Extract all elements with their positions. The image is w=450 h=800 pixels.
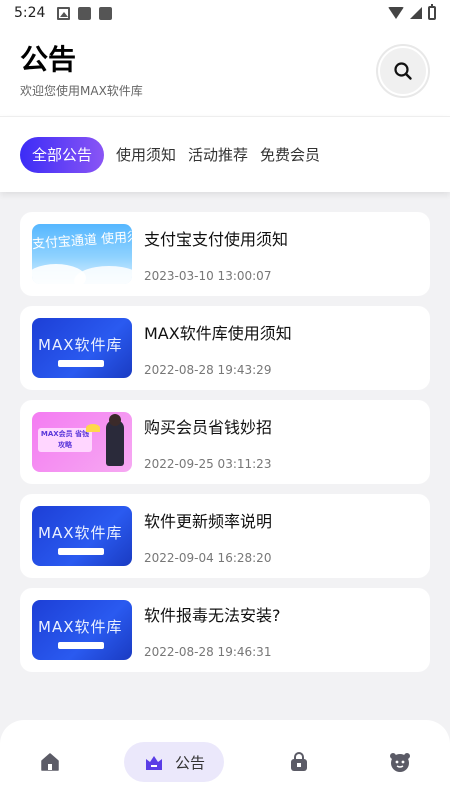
tab-free-member[interactable]: 免费会员 (260, 137, 320, 173)
nav-profile[interactable] (386, 742, 414, 782)
nav-notice[interactable]: 公告 (124, 742, 224, 782)
signal-icon (410, 7, 422, 19)
image-notification-icon (57, 6, 71, 20)
notice-thumbnail: 支付宝通道 使用须知 (32, 224, 132, 284)
notice-date: 2022-08-28 19:46:31 (144, 645, 272, 659)
tab-activity-recommend[interactable]: 活动推荐 (188, 137, 248, 173)
search-button[interactable] (378, 46, 428, 96)
bag-icon (291, 752, 307, 771)
page-subtitle: 欢迎您使用MAX软件库 (20, 84, 143, 98)
profile-icon (390, 753, 410, 772)
notice-thumbnail: MAX会员 省钱攻略 (32, 412, 132, 472)
battery-icon (428, 4, 436, 20)
notice-title: 购买会员省钱妙招 (144, 418, 273, 437)
notice-card[interactable]: MAX软件库 软件报毒无法安装? 2022-08-28 19:46:31 (20, 588, 430, 672)
app-notification-icon (99, 6, 113, 20)
nav-notice-label: 公告 (174, 753, 205, 772)
bottom-nav: 公告 (0, 720, 450, 800)
home-icon (41, 753, 59, 771)
notice-card[interactable]: MAX会员 省钱攻略 购买会员省钱妙招 2022-09-25 03:11:23 (20, 400, 430, 484)
notice-date: 2022-09-25 03:11:23 (144, 457, 272, 471)
notice-date: 2022-08-28 19:43:29 (144, 363, 272, 377)
nav-home[interactable] (36, 742, 64, 782)
nav-shop[interactable] (285, 742, 313, 782)
notice-date: 2023-03-10 13:00:07 (144, 269, 272, 283)
header: 公告 欢迎您使用MAX软件库 (0, 26, 450, 116)
notice-list: 支付宝通道 使用须知 支付宝支付使用须知 2023-03-10 13:00:07… (20, 212, 430, 682)
notice-card[interactable]: MAX软件库 MAX软件库使用须知 2022-08-28 19:43:29 (20, 306, 430, 390)
tabs-bar: 全部公告 使用须知 活动推荐 免费会员 (0, 116, 450, 192)
app-notification-icon (78, 6, 92, 20)
notice-thumbnail: MAX软件库 (32, 318, 132, 378)
notice-title: 软件更新频率说明 (144, 512, 273, 531)
status-time: 5:24 (14, 5, 46, 21)
tab-usage-notes[interactable]: 使用须知 (116, 137, 176, 173)
notice-title: 软件报毒无法安装? (144, 606, 281, 625)
status-bar: 5:24 (0, 0, 450, 26)
wifi-icon (388, 7, 404, 19)
notice-card[interactable]: MAX软件库 软件更新频率说明 2022-09-04 16:28:20 (20, 494, 430, 578)
notice-title: 支付宝支付使用须知 (144, 230, 289, 249)
notice-thumbnail: MAX软件库 (32, 506, 132, 566)
search-icon (394, 62, 412, 80)
notice-icon (145, 756, 162, 770)
page-title: 公告 (20, 43, 77, 76)
notice-card[interactable]: 支付宝通道 使用须知 支付宝支付使用须知 2023-03-10 13:00:07 (20, 212, 430, 296)
status-left: 5:24 (14, 5, 113, 21)
notice-title: MAX软件库使用须知 (144, 324, 292, 343)
notice-date: 2022-09-04 16:28:20 (144, 551, 272, 565)
tab-all-notices[interactable]: 全部公告 (20, 136, 105, 173)
notice-thumbnail: MAX软件库 (32, 600, 132, 660)
status-right (388, 4, 436, 20)
